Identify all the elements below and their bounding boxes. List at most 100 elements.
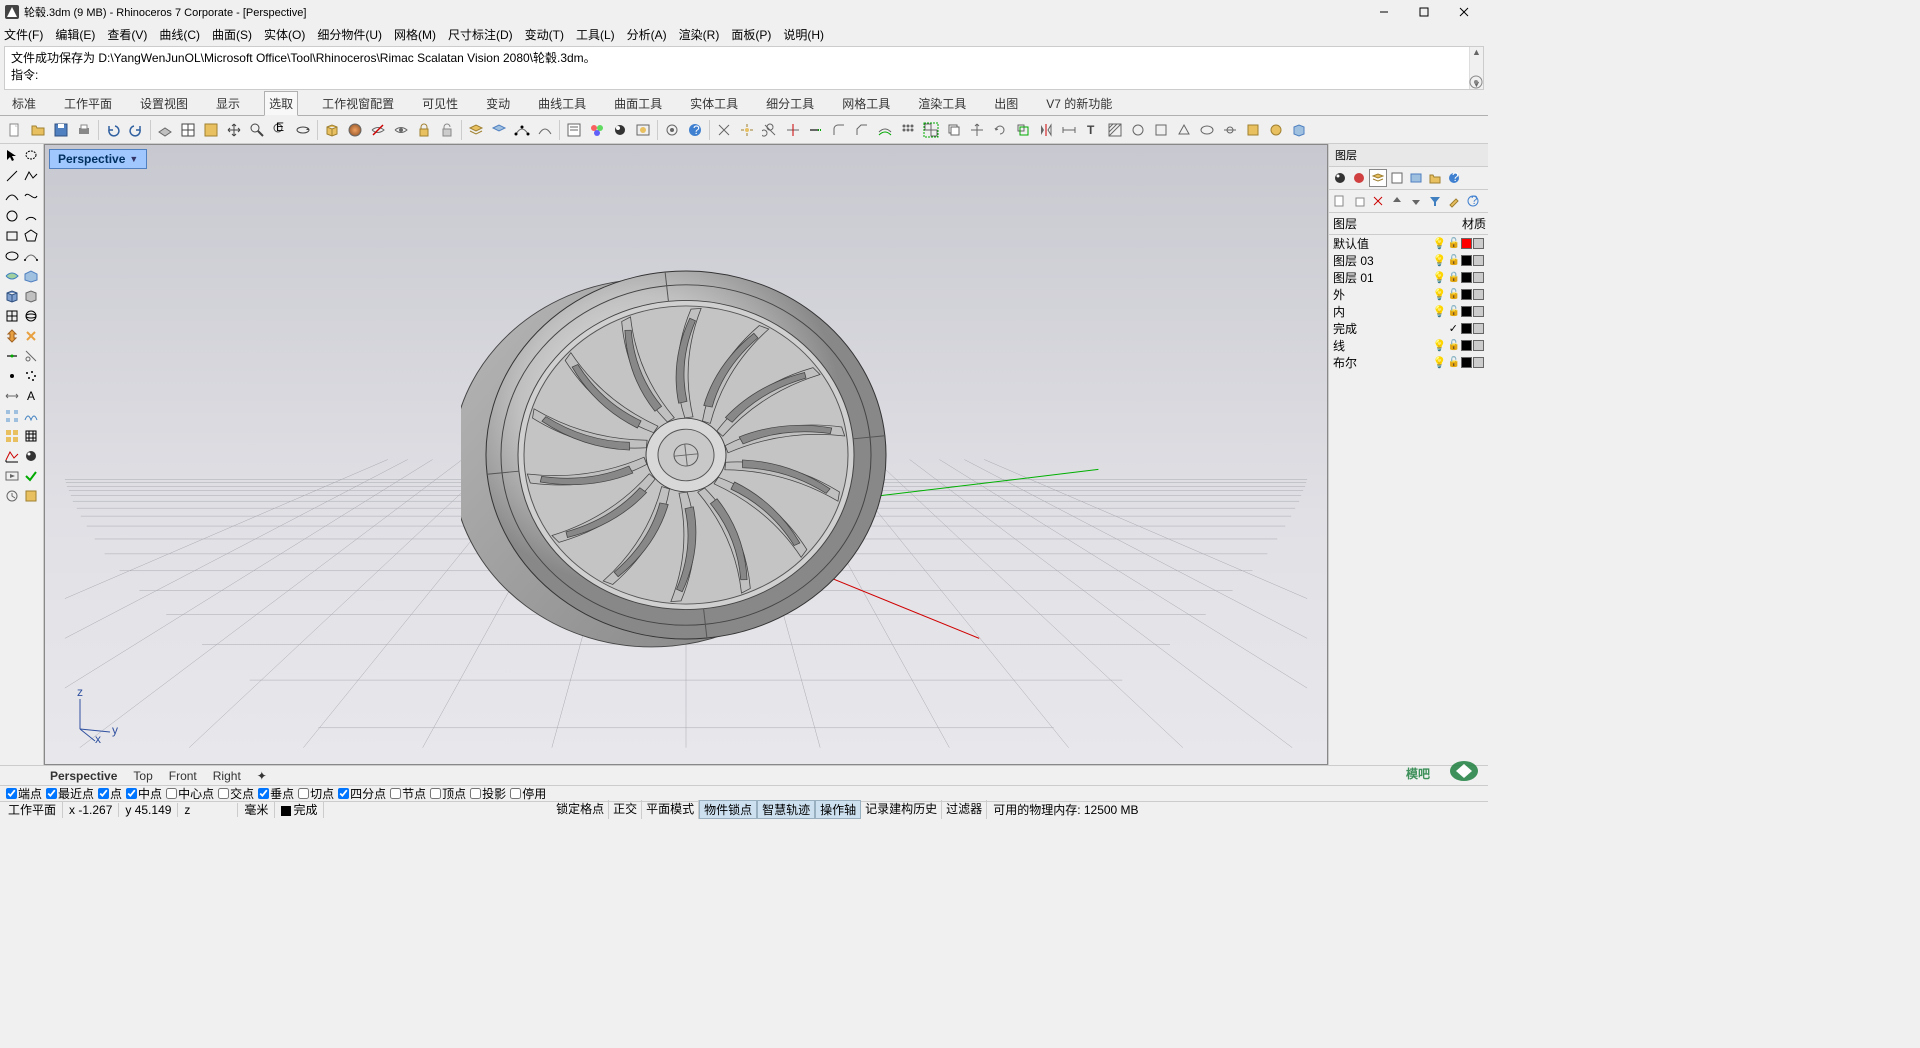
menu-surface[interactable]: 曲面(S): [212, 26, 252, 43]
menu-edit[interactable]: 编辑(E): [55, 26, 95, 43]
tool-text[interactable]: T: [1081, 119, 1103, 141]
tool-sphere[interactable]: [344, 119, 366, 141]
osnap-交点[interactable]: 交点: [218, 785, 254, 802]
tool-lock[interactable]: [413, 119, 435, 141]
tool-layer[interactable]: [465, 119, 487, 141]
lightbulb-icon[interactable]: 💡: [1433, 271, 1447, 284]
layer-sublayer[interactable]: [1350, 192, 1368, 210]
color-swatch[interactable]: [1461, 272, 1472, 283]
lightbulb-icon[interactable]: 💡: [1433, 237, 1447, 250]
tool-shade[interactable]: [200, 119, 222, 141]
tool-show[interactable]: [390, 119, 412, 141]
tool-misc4[interactable]: [1196, 119, 1218, 141]
tab-viewportlayout[interactable]: 工作视窗配置: [318, 92, 398, 115]
lightbulb-icon[interactable]: 💡: [1433, 305, 1447, 318]
tool-setview[interactable]: [177, 119, 199, 141]
osnap-中心点[interactable]: 中心点: [166, 785, 214, 802]
tool-hide[interactable]: [367, 119, 389, 141]
tool-misc2[interactable]: [1150, 119, 1172, 141]
color-swatch[interactable]: [1461, 340, 1472, 351]
menu-help[interactable]: 说明(H): [783, 26, 824, 43]
ltool-arc[interactable]: [22, 206, 42, 226]
tool-misc7[interactable]: [1265, 119, 1287, 141]
layer-help[interactable]: ?: [1464, 192, 1482, 210]
tab-setview[interactable]: 设置视图: [136, 92, 192, 115]
material-swatch[interactable]: [1473, 289, 1484, 300]
menu-analyze[interactable]: 分析(A): [627, 26, 667, 43]
tool-help[interactable]: ?: [684, 119, 706, 141]
osnap-停用[interactable]: 停用: [510, 785, 546, 802]
viewtab-right[interactable]: Right: [213, 769, 241, 783]
tab-standard[interactable]: 标准: [8, 92, 40, 115]
status-current-layer[interactable]: 完成: [275, 801, 324, 818]
tool-split[interactable]: [782, 119, 804, 141]
layer-up[interactable]: [1388, 192, 1406, 210]
layer-down[interactable]: [1407, 192, 1425, 210]
lightbulb-icon[interactable]: 💡: [1433, 288, 1447, 301]
tool-explode[interactable]: [736, 119, 758, 141]
tool-new[interactable]: [4, 119, 26, 141]
status-units[interactable]: 毫米: [238, 801, 275, 818]
material-swatch[interactable]: [1473, 323, 1484, 334]
material-swatch[interactable]: [1473, 272, 1484, 283]
ltool-check[interactable]: [22, 466, 42, 486]
layer-new[interactable]: [1331, 192, 1349, 210]
color-swatch[interactable]: [1461, 238, 1472, 249]
menu-transform[interactable]: 变动(T): [525, 26, 564, 43]
material-swatch[interactable]: [1473, 306, 1484, 317]
ltool-misc[interactable]: [22, 486, 42, 506]
menu-render[interactable]: 渲染(R): [679, 26, 720, 43]
tool-properties[interactable]: [563, 119, 585, 141]
lock-open-icon[interactable]: 🔓: [1448, 340, 1460, 351]
ltool-curve[interactable]: [2, 186, 22, 206]
tool-renderprev[interactable]: [632, 119, 654, 141]
layer-tools[interactable]: [1445, 192, 1463, 210]
ltool-solid[interactable]: [2, 286, 22, 306]
panel-tab-display[interactable]: [1407, 169, 1425, 187]
tool-chamfer[interactable]: [851, 119, 873, 141]
viewport[interactable]: Perspective ▼: [44, 144, 1328, 765]
color-swatch[interactable]: [1461, 323, 1472, 334]
ltool-polygon[interactable]: [22, 226, 42, 246]
ltool-mesh[interactable]: [2, 306, 22, 326]
tool-misc8[interactable]: [1288, 119, 1310, 141]
menu-curve[interactable]: 曲线(C): [159, 26, 200, 43]
tab-transform[interactable]: 变动: [482, 92, 514, 115]
osnap-点[interactable]: 点: [98, 785, 122, 802]
tool-pan[interactable]: [223, 119, 245, 141]
panel-tab-layers[interactable]: [1369, 169, 1387, 187]
layers-header-name[interactable]: 图层: [1329, 213, 1399, 234]
ltool-join[interactable]: [2, 346, 22, 366]
viewtab-front[interactable]: Front: [169, 769, 197, 783]
ltool-pointer[interactable]: [2, 146, 22, 166]
layer-delete[interactable]: [1369, 192, 1387, 210]
osnap-顶点[interactable]: 顶点: [430, 785, 466, 802]
tool-mirror[interactable]: [1035, 119, 1057, 141]
status-pane[interactable]: 工作平面: [2, 801, 63, 818]
color-swatch[interactable]: [1461, 289, 1472, 300]
status-toggle-0[interactable]: 锁定格点: [552, 800, 609, 819]
tool-trim[interactable]: [759, 119, 781, 141]
tab-curvetools[interactable]: 曲线工具: [534, 92, 590, 115]
osnap-投影[interactable]: 投影: [470, 785, 506, 802]
panel-tab-help[interactable]: ?: [1445, 169, 1463, 187]
ltool-transform[interactable]: [2, 326, 22, 346]
menu-panel[interactable]: 面板(P): [731, 26, 771, 43]
tab-cplane[interactable]: 工作平面: [60, 92, 116, 115]
ltool-interpcrv[interactable]: [22, 186, 42, 206]
lightbulb-icon[interactable]: 💡: [1433, 254, 1447, 267]
ltool-array2[interactable]: [2, 406, 22, 426]
tab-visibility[interactable]: 可见性: [418, 92, 462, 115]
tool-misc5[interactable]: [1219, 119, 1241, 141]
tab-display[interactable]: 显示: [212, 92, 244, 115]
tool-open[interactable]: [27, 119, 49, 141]
tool-array[interactable]: [897, 119, 919, 141]
tool-rotate2[interactable]: [989, 119, 1011, 141]
tool-cplane[interactable]: [154, 119, 176, 141]
tool-misc6[interactable]: [1242, 119, 1264, 141]
osnap-四分点[interactable]: 四分点: [338, 785, 386, 802]
status-toggle-7[interactable]: 过滤器: [942, 800, 987, 819]
panel-tab-render[interactable]: [1331, 169, 1349, 187]
tool-options[interactable]: [661, 119, 683, 141]
lock-open-icon[interactable]: 🔓: [1448, 255, 1460, 266]
